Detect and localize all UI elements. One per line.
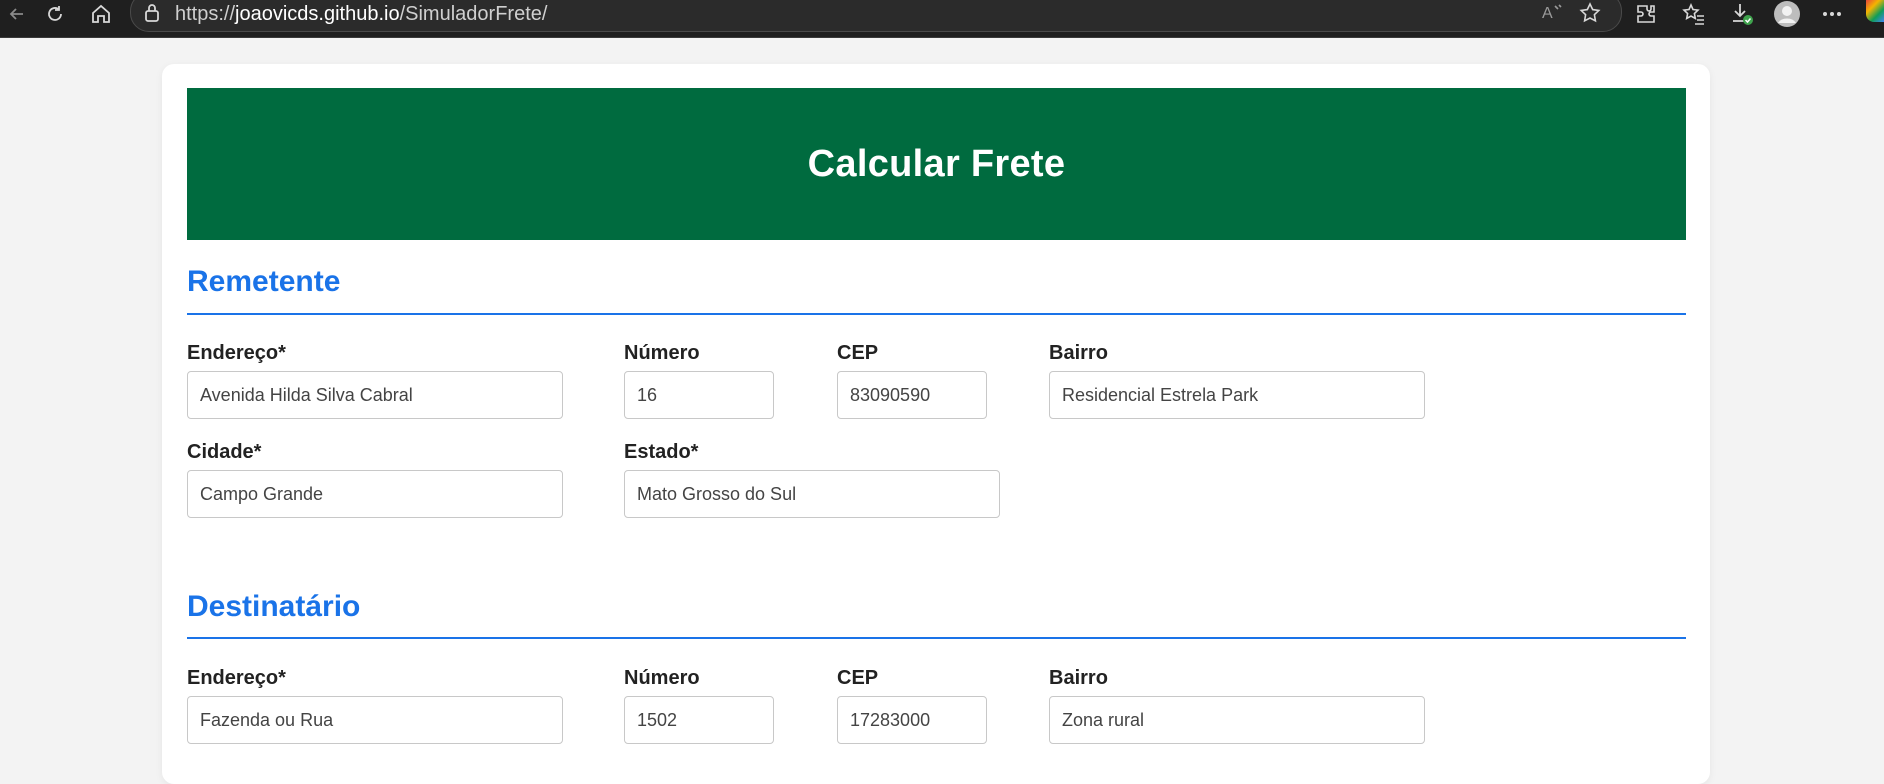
section-title-sender: Remetente [187, 265, 341, 298]
extensions-icon[interactable] [1629, 0, 1663, 27]
sender-estado-label: Estado* [624, 441, 699, 463]
downloads-icon[interactable] [1725, 0, 1759, 27]
recipient-bairro-label: Bairro [1049, 667, 1108, 689]
home-icon[interactable] [84, 0, 118, 27]
svg-text:A: A [1542, 5, 1553, 22]
section-divider [187, 637, 1686, 639]
sender-numero-label: Número [624, 342, 700, 364]
sender-cidade-input[interactable] [187, 470, 563, 518]
reload-icon[interactable] [38, 0, 72, 27]
page-title: Calcular Frete [807, 142, 1066, 185]
sender-cep-label: CEP [837, 342, 879, 364]
back-icon[interactable] [0, 0, 34, 27]
recipient-bairro-input[interactable] [1049, 696, 1425, 744]
recipient-cep-input[interactable] [837, 696, 987, 744]
recipient-endereco-input[interactable] [187, 696, 563, 744]
sender-bairro-input[interactable] [1049, 371, 1425, 419]
freight-card: Calcular Frete Remetente Endereço* Númer… [162, 64, 1710, 784]
profile-avatar-icon[interactable] [1770, 0, 1804, 27]
sender-estado-input[interactable] [624, 470, 1000, 518]
url-text: https://joaovicds.github.io/SimuladorFre… [175, 3, 548, 25]
sender-endereco-input[interactable] [187, 371, 563, 419]
sender-numero-input[interactable] [624, 371, 774, 419]
lock-icon[interactable] [143, 3, 161, 28]
recipient-endereco-label: Endereço* [187, 667, 286, 689]
more-options-icon[interactable] [1815, 0, 1849, 27]
read-aloud-icon[interactable]: A [1541, 2, 1565, 27]
recipient-numero-label: Número [624, 667, 700, 689]
sender-cidade-label: Cidade* [187, 441, 262, 463]
recipient-cep-label: CEP [837, 667, 879, 689]
recipient-numero-input[interactable] [624, 696, 774, 744]
favorites-icon[interactable] [1677, 0, 1711, 27]
section-divider [187, 313, 1686, 315]
section-title-recipient: Destinatário [187, 590, 361, 623]
browser-toolbar: https://joaovicds.github.io/SimuladorFre… [0, 0, 1884, 38]
sender-bairro-label: Bairro [1049, 342, 1108, 364]
copilot-icon[interactable] [1866, 0, 1884, 22]
favorite-star-icon[interactable] [1579, 2, 1601, 29]
sender-cep-input[interactable] [837, 371, 987, 419]
sender-endereco-label: Endereço* [187, 342, 286, 364]
header-banner: Calcular Frete [187, 88, 1686, 240]
address-bar[interactable]: https://joaovicds.github.io/SimuladorFre… [130, 0, 1622, 32]
